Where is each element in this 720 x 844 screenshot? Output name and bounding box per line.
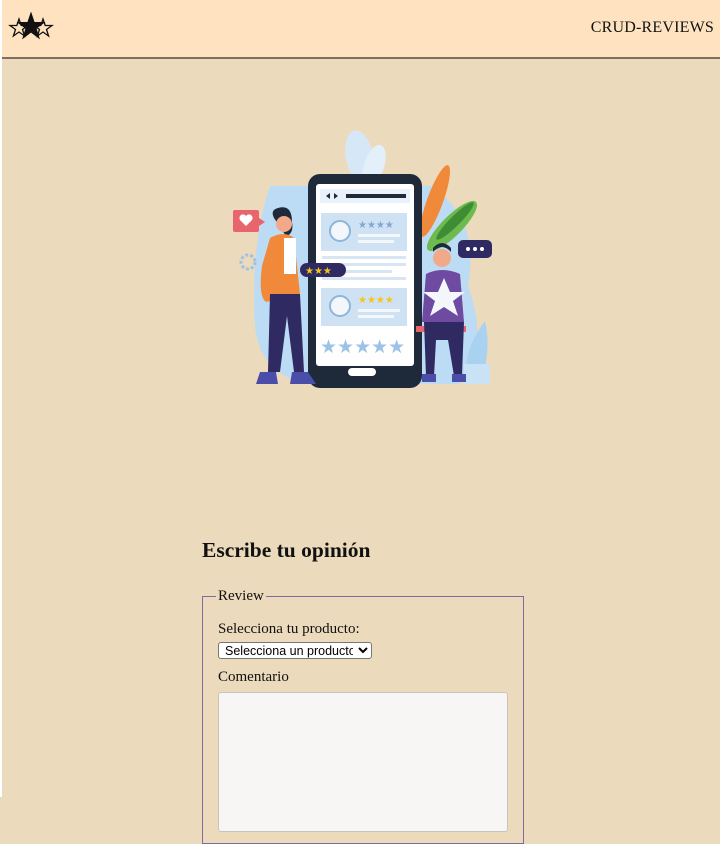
reviews-hero-illustration: ★★★★ ★★★★ ★★★★★ ★★★	[233, 130, 492, 388]
form-title: Escribe tu opinión	[202, 538, 371, 562]
comment-label: Comentario	[218, 669, 289, 685]
svg-text:★★★★: ★★★★	[358, 295, 394, 306]
product-label: Selecciona tu producto:	[218, 621, 360, 637]
top-navbar: CRUD-REVIEWS	[2, 0, 720, 59]
svg-text:★★★★★: ★★★★★	[320, 336, 405, 358]
product-select[interactable]: Selecciona un producto	[218, 642, 372, 659]
svg-text:★★★: ★★★	[305, 266, 332, 277]
brand-title[interactable]: CRUD-REVIEWS	[591, 19, 714, 37]
review-legend: Review	[218, 588, 264, 604]
comment-textarea[interactable]	[218, 692, 508, 832]
stars-logo-icon[interactable]	[8, 12, 54, 44]
review-fieldset: Review Selecciona tu producto: Seleccion…	[202, 588, 524, 844]
svg-text:★★★★: ★★★★	[358, 220, 394, 231]
